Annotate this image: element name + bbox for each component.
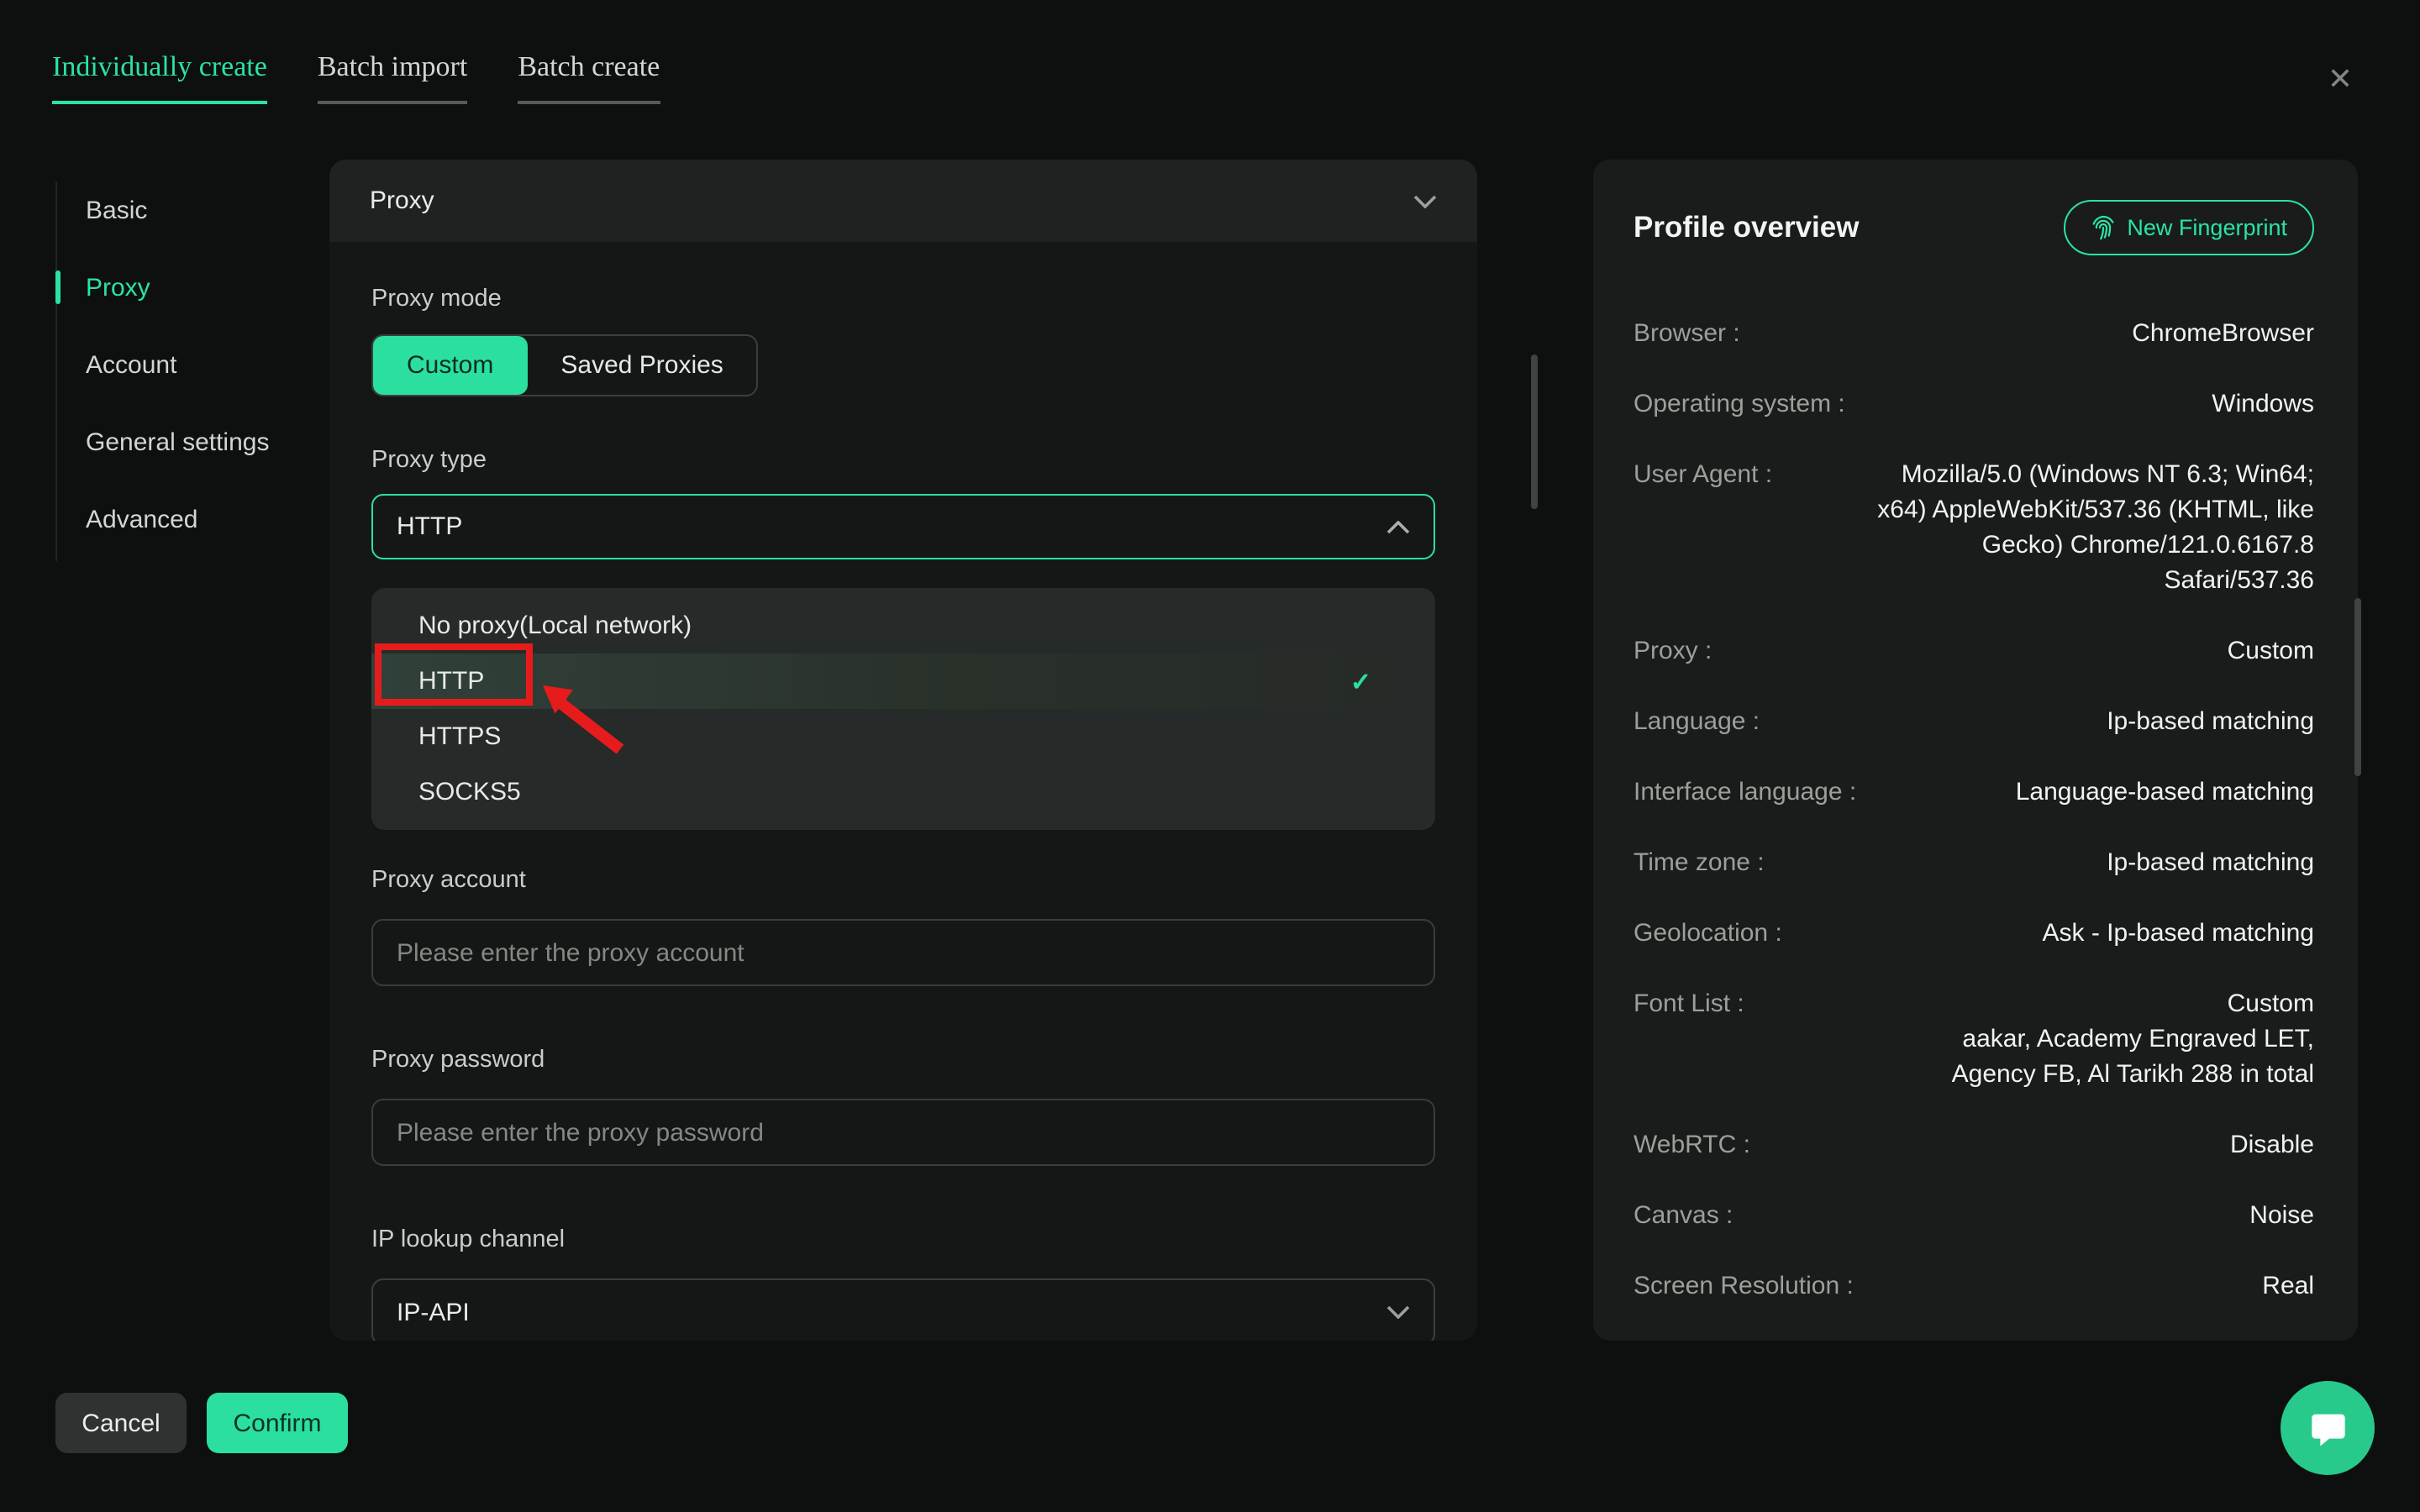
overview-row-font-list: Font List : Custom <box>1634 986 2314 1021</box>
dropdown-option-socks5[interactable]: SOCKS5 <box>371 764 1435 820</box>
overview-font-list-detail: aakar, Academy Engraved LET, Agency FB, … <box>1886 1021 2314 1092</box>
sidebar-item-advanced[interactable]: Advanced <box>55 480 324 558</box>
chevron-up-icon <box>1386 520 1410 533</box>
overview-value: Custom <box>2228 986 2314 1021</box>
overview-scrollbar-thumb[interactable] <box>2354 598 2361 776</box>
chevron-down-icon <box>1413 194 1437 207</box>
overview-row-proxy: Proxy : Custom <box>1634 633 2314 669</box>
chevron-down-icon <box>1386 1305 1410 1319</box>
overview-row-interface-language: Interface language : Language-based matc… <box>1634 774 2314 810</box>
sidebar-item-proxy[interactable]: Proxy <box>55 249 324 326</box>
proxy-type-value: HTTP <box>397 512 462 541</box>
overview-value: Windows <box>2212 386 2314 422</box>
overview-row-geolocation: Geolocation : Ask - Ip-based matching <box>1634 916 2314 951</box>
proxy-mode-label: Proxy mode <box>371 286 1435 312</box>
overview-label: Proxy : <box>1634 633 1712 669</box>
overview-label: Font List : <box>1634 986 1744 1021</box>
profile-overview-panel: Profile overview New Fingerprint Browser… <box>1593 160 2358 1341</box>
sidebar-item-account[interactable]: Account <box>55 326 324 403</box>
tab-batch-create[interactable]: Batch create <box>518 50 660 104</box>
proxy-card-body: Proxy mode Custom Saved Proxies Proxy ty… <box>329 286 1477 1341</box>
new-fingerprint-label: New Fingerprint <box>2127 215 2287 240</box>
overview-row-operating-system: Operating system : Windows <box>1634 386 2314 422</box>
selected-check-icon: ✓ <box>1350 666 1371 696</box>
proxy-mode-saved-proxies-button[interactable]: Saved Proxies <box>527 336 756 395</box>
overview-value: Ask - Ip-based matching <box>2043 916 2315 951</box>
ip-lookup-channel-select[interactable]: IP-API <box>371 1278 1435 1341</box>
overview-value: Custom <box>2228 633 2314 669</box>
overview-label: Browser : <box>1634 316 1740 351</box>
overview-row-screen-resolution: Screen Resolution : Real <box>1634 1268 2314 1304</box>
cancel-button[interactable]: Cancel <box>55 1393 187 1453</box>
ip-lookup-channel-value: IP-API <box>397 1298 470 1326</box>
proxy-settings-card: Proxy Proxy mode Custom Saved Proxies Pr… <box>329 160 1477 1341</box>
proxy-section-header[interactable]: Proxy <box>329 160 1477 242</box>
proxy-section-title: Proxy <box>370 186 434 215</box>
fingerprint-icon <box>2090 215 2115 240</box>
proxy-account-input[interactable] <box>371 919 1435 986</box>
overview-label: Language : <box>1634 704 1760 739</box>
proxy-type-select[interactable]: HTTP <box>371 494 1435 559</box>
overview-value: Real <box>2262 1268 2314 1304</box>
overview-row-user-agent: User Agent : Mozilla/5.0 (Windows NT 6.3… <box>1634 457 2314 598</box>
profile-overview-title: Profile overview <box>1634 210 1859 245</box>
close-icon[interactable]: ✕ <box>2328 64 2353 94</box>
overview-label: Screen Resolution : <box>1634 1268 1854 1304</box>
chat-support-button[interactable] <box>2281 1381 2375 1475</box>
main-scrollbar-thumb[interactable] <box>1531 354 1538 509</box>
confirm-button[interactable]: Confirm <box>207 1393 348 1453</box>
overview-label: Canvas : <box>1634 1198 1733 1233</box>
chat-bubble-icon <box>2305 1405 2350 1451</box>
overview-value: Ip-based matching <box>2107 704 2314 739</box>
overview-row-language: Language : Ip-based matching <box>1634 704 2314 739</box>
proxy-type-dropdown: No proxy(Local network) HTTP ✓ HTTPS SOC… <box>371 588 1435 830</box>
overview-label: Operating system : <box>1634 386 1845 422</box>
overview-label: Geolocation : <box>1634 916 1782 951</box>
settings-sidebar: Basic Proxy Account General settings Adv… <box>55 171 324 558</box>
new-fingerprint-button[interactable]: New Fingerprint <box>2063 200 2314 255</box>
overview-value: ChromeBrowser <box>2132 316 2314 351</box>
overview-row-canvas: Canvas : Noise <box>1634 1198 2314 1233</box>
overview-value: Ip-based matching <box>2107 845 2314 880</box>
proxy-password-label: Proxy password <box>371 1047 1435 1074</box>
create-profile-modal: Individually create Batch import Batch c… <box>0 0 2420 1512</box>
proxy-password-input[interactable] <box>371 1099 1435 1166</box>
sidebar-item-general-settings[interactable]: General settings <box>55 403 324 480</box>
ip-lookup-channel-label: IP lookup channel <box>371 1226 1435 1253</box>
overview-value: Disable <box>2230 1127 2314 1163</box>
overview-label: Time zone : <box>1634 845 1765 880</box>
overview-value: Mozilla/5.0 (Windows NT 6.3; Win64; x64)… <box>1864 457 2314 598</box>
overview-row-time-zone: Time zone : Ip-based matching <box>1634 845 2314 880</box>
overview-label: User Agent : <box>1634 457 1772 492</box>
overview-label: WebRTC : <box>1634 1127 1750 1163</box>
overview-row-browser: Browser : ChromeBrowser <box>1634 316 2314 351</box>
proxy-mode-custom-button[interactable]: Custom <box>373 336 527 395</box>
proxy-account-label: Proxy account <box>371 867 1435 894</box>
sidebar-item-basic[interactable]: Basic <box>55 171 324 249</box>
tab-batch-import[interactable]: Batch import <box>318 50 467 104</box>
overview-row-webrtc: WebRTC : Disable <box>1634 1127 2314 1163</box>
profile-overview-header: Profile overview New Fingerprint <box>1634 200 2314 255</box>
top-tabs: Individually create Batch import Batch c… <box>52 50 660 104</box>
dropdown-option-http-label: HTTP <box>418 667 484 696</box>
dropdown-option-http[interactable]: HTTP ✓ <box>371 654 1435 709</box>
dropdown-option-no-proxy[interactable]: No proxy(Local network) <box>371 598 1435 654</box>
proxy-mode-segmented-control: Custom Saved Proxies <box>371 334 759 396</box>
overview-value: Noise <box>2249 1198 2314 1233</box>
overview-value: Language-based matching <box>2016 774 2314 810</box>
tab-individually-create[interactable]: Individually create <box>52 50 267 104</box>
overview-label: Interface language : <box>1634 774 1856 810</box>
proxy-type-label: Proxy type <box>371 447 1435 474</box>
dropdown-option-https[interactable]: HTTPS <box>371 709 1435 764</box>
